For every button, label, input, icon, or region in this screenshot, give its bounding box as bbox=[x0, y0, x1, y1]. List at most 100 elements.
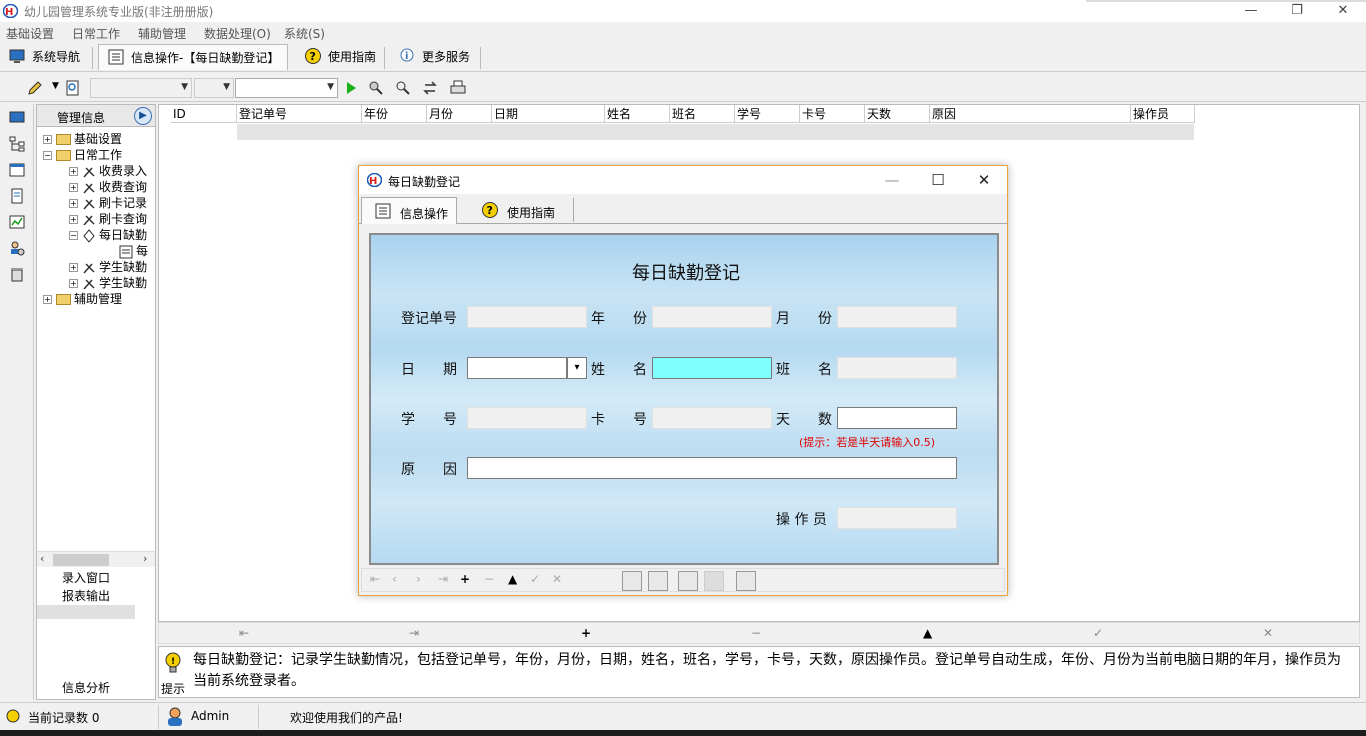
tab-info-operation[interactable]: 信息操作-【每日缺勤登记】 bbox=[98, 44, 289, 70]
delete-record-icon[interactable]: − bbox=[751, 626, 761, 640]
column-header-days[interactable]: 天数 bbox=[865, 105, 930, 123]
entry-window-button[interactable]: 录入窗口 bbox=[37, 569, 135, 587]
date-field[interactable] bbox=[467, 357, 567, 379]
tree-node-basic-settings[interactable]: + 基础设置 bbox=[43, 131, 122, 147]
org-chart-icon[interactable] bbox=[9, 136, 25, 152]
class-field[interactable] bbox=[837, 357, 957, 379]
menu-system[interactable]: 系统(S) bbox=[284, 25, 325, 42]
tree-node-auxiliary[interactable]: + 辅助管理 bbox=[43, 291, 122, 307]
trash-icon[interactable] bbox=[9, 266, 25, 282]
tab-system-nav[interactable]: 系统导航 bbox=[0, 44, 88, 70]
tree-node-daily-absence[interactable]: − 每日缺勤 bbox=[69, 227, 147, 243]
play-icon[interactable] bbox=[704, 571, 724, 591]
month-field[interactable] bbox=[837, 306, 957, 328]
column-header-year[interactable]: 年份 bbox=[362, 105, 427, 123]
find-all-icon[interactable] bbox=[394, 79, 412, 97]
first-record-icon[interactable]: ⇤ bbox=[370, 572, 380, 586]
date-picker-button[interactable]: ▾ bbox=[567, 357, 587, 379]
tree-node-fee-query[interactable]: + 收费查询 bbox=[69, 179, 147, 195]
dialog-close-button[interactable]: ✕ bbox=[969, 169, 999, 191]
column-header-operator[interactable]: 操作员 bbox=[1131, 105, 1195, 123]
search-page-icon[interactable] bbox=[64, 79, 82, 97]
monitor-icon[interactable] bbox=[9, 110, 25, 126]
dialog-maximize-button[interactable]: ☐ bbox=[923, 169, 953, 191]
cancel-record-icon[interactable]: ✕ bbox=[1263, 626, 1273, 640]
value-select[interactable]: ▼ bbox=[235, 78, 338, 98]
tree-node-student-absence-2[interactable]: + 学生缺勤 bbox=[69, 275, 147, 291]
tree-node-daily-work[interactable]: − 日常工作 bbox=[43, 147, 122, 163]
year-field[interactable] bbox=[652, 306, 772, 328]
edit-record-icon[interactable]: ▲ bbox=[923, 626, 932, 640]
info-analysis-button[interactable]: 信息分析 bbox=[37, 679, 135, 697]
save-record-icon[interactable]: ✓ bbox=[530, 572, 540, 586]
column-header-card-no[interactable]: 卡号 bbox=[800, 105, 865, 123]
scroll-right-icon[interactable]: › bbox=[143, 552, 147, 565]
prev-record-icon[interactable]: ‹ bbox=[392, 572, 397, 586]
cancel-record-icon[interactable]: ✕ bbox=[552, 572, 562, 586]
dialog-tab-info-operation[interactable]: 信息操作 bbox=[361, 197, 458, 224]
last-record-icon[interactable]: ⇥ bbox=[438, 572, 448, 586]
first-record-icon[interactable]: ⇤ bbox=[239, 626, 249, 640]
pencil-icon[interactable] bbox=[26, 79, 44, 97]
restore-button[interactable]: ❐ bbox=[1274, 0, 1320, 22]
refresh-icon[interactable] bbox=[421, 79, 439, 97]
column-header-student-no[interactable]: 学号 bbox=[735, 105, 800, 123]
tab-user-guide[interactable]: ? 使用指南 bbox=[296, 44, 384, 70]
report-output-button[interactable]: 报表输出 bbox=[37, 587, 135, 605]
prev-record-icon[interactable]: ⇥ bbox=[409, 626, 419, 640]
card-no-field[interactable] bbox=[652, 407, 772, 429]
save-record-icon[interactable]: ✓ bbox=[1093, 626, 1103, 640]
document-icon[interactable] bbox=[9, 188, 25, 204]
nav-toggle-button[interactable]: ▶ bbox=[134, 107, 152, 125]
dialog-tab-user-guide[interactable]: ? 使用指南 bbox=[469, 197, 563, 224]
tree-node-fee-entry[interactable]: + 收费录入 bbox=[69, 163, 147, 179]
operator-select[interactable]: ▼ bbox=[194, 78, 234, 98]
print-preview-icon[interactable] bbox=[648, 571, 668, 591]
tree-node-daily-absence-form[interactable]: 每 bbox=[119, 243, 148, 259]
find-users-icon[interactable] bbox=[367, 79, 385, 97]
list-window-icon[interactable] bbox=[9, 162, 25, 178]
menu-data-processing[interactable]: 数据处理(O) bbox=[204, 25, 271, 42]
dropdown-arrow-icon[interactable]: ▼ bbox=[52, 81, 59, 91]
menu-basic-settings[interactable]: 基础设置 bbox=[6, 25, 54, 42]
dialog-minimize-button[interactable]: — bbox=[877, 169, 907, 191]
column-header-name[interactable]: 姓名 bbox=[605, 105, 670, 123]
users-settings-icon[interactable] bbox=[9, 240, 25, 256]
tree-node-card-query[interactable]: + 刷卡查询 bbox=[69, 211, 147, 227]
chart-icon[interactable] bbox=[9, 214, 25, 230]
minimize-button[interactable]: — bbox=[1228, 0, 1274, 22]
tree-node-card-records[interactable]: + 刷卡记录 bbox=[69, 195, 147, 211]
scroll-left-icon[interactable]: ‹ bbox=[40, 552, 44, 565]
days-field[interactable] bbox=[837, 407, 957, 429]
column-header-date[interactable]: 日期 bbox=[492, 105, 605, 123]
print-icon[interactable] bbox=[622, 571, 642, 591]
scroll-thumb[interactable] bbox=[53, 554, 109, 566]
reason-field[interactable] bbox=[467, 457, 957, 479]
student-no-field[interactable] bbox=[467, 407, 587, 429]
menu-daily-work[interactable]: 日常工作 bbox=[72, 25, 120, 42]
column-header-month[interactable]: 月份 bbox=[427, 105, 492, 123]
column-header-reg-no[interactable]: 登记单号 bbox=[237, 105, 362, 123]
print-icon[interactable] bbox=[449, 79, 467, 97]
reg-no-field[interactable] bbox=[467, 306, 587, 328]
zoom-icon[interactable] bbox=[678, 571, 698, 591]
nav-horizontal-scrollbar[interactable]: ‹ › bbox=[37, 551, 155, 567]
column-header-reason[interactable]: 原因 bbox=[930, 105, 1131, 123]
operator-field[interactable] bbox=[837, 507, 957, 529]
field-select[interactable]: ▼ bbox=[90, 78, 192, 98]
delete-record-icon[interactable]: − bbox=[484, 572, 494, 586]
tab-more-services[interactable]: i 更多服务 bbox=[390, 44, 478, 70]
table-row[interactable] bbox=[237, 124, 1195, 140]
menu-auxiliary[interactable]: 辅助管理 bbox=[138, 25, 186, 42]
search-icon[interactable] bbox=[736, 571, 756, 591]
close-button[interactable]: ✕ bbox=[1320, 0, 1366, 22]
add-record-icon[interactable]: + bbox=[460, 572, 470, 586]
column-header-id[interactable]: ID bbox=[171, 105, 237, 123]
edit-record-icon[interactable]: ▲ bbox=[508, 572, 517, 586]
add-record-icon[interactable]: + bbox=[581, 626, 591, 640]
tree-node-student-absence-1[interactable]: + 学生缺勤 bbox=[69, 259, 147, 275]
name-field[interactable] bbox=[652, 357, 772, 379]
next-record-icon[interactable]: › bbox=[416, 572, 421, 586]
column-header-class[interactable]: 班名 bbox=[670, 105, 735, 123]
run-query-icon[interactable] bbox=[342, 79, 360, 97]
